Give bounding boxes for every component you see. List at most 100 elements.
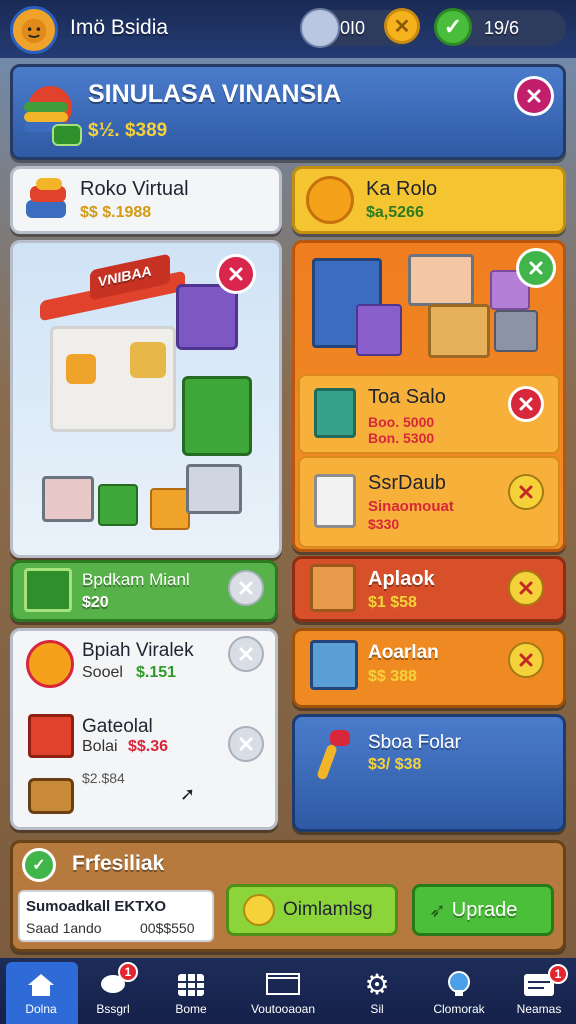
hammer-icon bbox=[312, 730, 356, 781]
bottom-title: Frfesiliak bbox=[72, 852, 165, 875]
trash-bin-icon bbox=[176, 284, 238, 350]
cat-face-icon bbox=[21, 18, 47, 44]
coin-icon[interactable]: ✕ bbox=[384, 8, 420, 44]
red-card-close-button[interactable] bbox=[508, 570, 544, 606]
white-item-1-price: $.151 bbox=[136, 664, 177, 681]
red-card-price: $1 $58 bbox=[368, 594, 417, 611]
orange-item-1-line2: Bon. 5300 bbox=[368, 430, 435, 446]
purple-bin-icon bbox=[356, 304, 402, 356]
home-icon bbox=[28, 974, 54, 996]
white-item-1-title: Bpiah Viralek bbox=[82, 640, 194, 661]
white-item-2-sub: Bolai bbox=[82, 738, 118, 755]
cooler-icon bbox=[314, 388, 356, 438]
coin-button-icon bbox=[243, 894, 275, 926]
left-top-price: $$ $.1988 bbox=[80, 204, 152, 221]
orange-item-1-line1: Boo. 5000 bbox=[368, 414, 435, 430]
profile-icon bbox=[448, 971, 470, 996]
white-item-2-title: Gateolal bbox=[82, 716, 153, 737]
nav-profile-label: Clomorak bbox=[433, 1002, 485, 1016]
grid-icon bbox=[178, 974, 204, 996]
right-top-price: $a,5266 bbox=[366, 204, 424, 221]
nav-chat-label: Bssgrl bbox=[96, 1002, 130, 1016]
cart-small-3-icon bbox=[150, 488, 190, 530]
box-stack-icon bbox=[24, 176, 72, 224]
orange-item-1-close-button[interactable] bbox=[508, 386, 544, 422]
header-title: SINULASA VINANSIA bbox=[88, 80, 342, 108]
orange-panel-close-button[interactable] bbox=[516, 248, 556, 288]
green-card-title: Bpdkam Mianl bbox=[82, 570, 190, 589]
nav-home-label: Dolna bbox=[25, 1002, 57, 1016]
cardboard-box-icon bbox=[428, 304, 490, 358]
green-card-price: $20 bbox=[82, 594, 109, 611]
info-box-line1: Sumoadkall EKTXO bbox=[26, 898, 167, 915]
orange-card-price: $$ 388 bbox=[368, 668, 417, 685]
cart-small-4-icon bbox=[186, 464, 242, 514]
orange-item-1-title: Toa Salo bbox=[368, 386, 446, 408]
cursor-icon: ➚ bbox=[180, 784, 196, 804]
cart-small-1-icon bbox=[42, 476, 94, 522]
nav-profile[interactable]: Clomorak bbox=[418, 962, 500, 1024]
board-icon bbox=[266, 973, 300, 995]
header-card bbox=[10, 64, 566, 160]
store-stall-icon: VNIBAA bbox=[40, 246, 190, 446]
gray-crate-icon bbox=[494, 310, 538, 352]
white-item-2-price: $$.36 bbox=[128, 738, 169, 755]
orange-item-2-close-button[interactable] bbox=[508, 474, 544, 510]
nav-grid[interactable]: Bome bbox=[150, 962, 232, 1024]
stat-value-1: 0I0 bbox=[340, 18, 366, 38]
stat-value-2: 19/6 bbox=[484, 18, 520, 38]
header-close-button[interactable] bbox=[514, 76, 554, 116]
arrow-up-icon: ➶ bbox=[429, 899, 446, 922]
cashbox-icon bbox=[310, 640, 358, 690]
frame-icon bbox=[314, 474, 356, 528]
info-box-line2b: 00$$550 bbox=[140, 920, 195, 936]
box-open-icon bbox=[310, 564, 356, 612]
check-shield-icon: ✓ bbox=[434, 8, 472, 46]
nav-grid-label: Bome bbox=[175, 1002, 207, 1016]
store-card-close-button[interactable] bbox=[216, 254, 256, 294]
orange-card-title: Aoarlan bbox=[368, 642, 439, 663]
nav-messages-badge: 1 bbox=[548, 964, 568, 984]
left-action-button[interactable]: Oimlamlsg bbox=[226, 884, 398, 936]
orange-item-2-title: SsrDaub bbox=[368, 472, 446, 494]
timer-icon bbox=[306, 176, 354, 224]
white-item-1-close-button[interactable] bbox=[228, 636, 264, 672]
header-amount: $½. $389 bbox=[88, 120, 168, 141]
upgrade-label: Uprade bbox=[451, 898, 518, 921]
orange-card-close-button[interactable] bbox=[508, 642, 544, 678]
red-card-title: Aplaok bbox=[368, 568, 435, 590]
banknote-icon bbox=[24, 568, 72, 612]
green-card-close-button[interactable] bbox=[228, 570, 264, 606]
close-icon bbox=[229, 267, 243, 281]
nav-home[interactable]: Dolna bbox=[0, 962, 82, 1024]
globe-icon bbox=[300, 8, 340, 48]
green-bin-icon bbox=[182, 376, 252, 456]
orange-item-2-line2: $330 bbox=[368, 516, 400, 532]
sun-face-icon bbox=[26, 640, 74, 688]
cart-small-2-icon bbox=[98, 484, 138, 526]
nav-settings-label: Sil bbox=[370, 1002, 384, 1016]
info-box-line2a: Saad 1ando bbox=[26, 920, 102, 936]
money-stack-icon bbox=[18, 80, 82, 146]
player-name: Imö Bsidia bbox=[70, 16, 169, 39]
white-item-2-close-button[interactable] bbox=[228, 726, 264, 762]
white-item-3-price: $2.$84 bbox=[82, 770, 125, 786]
cart-large-icon bbox=[408, 254, 474, 306]
close-icon bbox=[239, 581, 253, 595]
close-icon bbox=[519, 653, 533, 667]
close-icon bbox=[519, 485, 533, 499]
gear-icon: ⚙ bbox=[364, 969, 390, 1000]
close-icon bbox=[239, 737, 253, 751]
right-top-title: Ka Rolo bbox=[366, 178, 438, 200]
nav-settings[interactable]: ⚙ Sil bbox=[336, 962, 418, 1024]
nav-messages-label: Neamas bbox=[516, 1002, 562, 1016]
upgrade-button[interactable]: ➶ Uprade bbox=[412, 884, 554, 936]
close-icon bbox=[519, 581, 533, 595]
nav-board[interactable]: Voutooaoan bbox=[242, 962, 324, 1024]
avatar[interactable] bbox=[10, 6, 58, 54]
close-icon bbox=[529, 261, 543, 275]
nav-chat[interactable]: Bssgrl bbox=[72, 962, 154, 1024]
register-icon bbox=[28, 714, 74, 758]
nav-chat-badge: 1 bbox=[118, 962, 138, 982]
left-action-label: Oimlamlsg bbox=[283, 899, 373, 920]
